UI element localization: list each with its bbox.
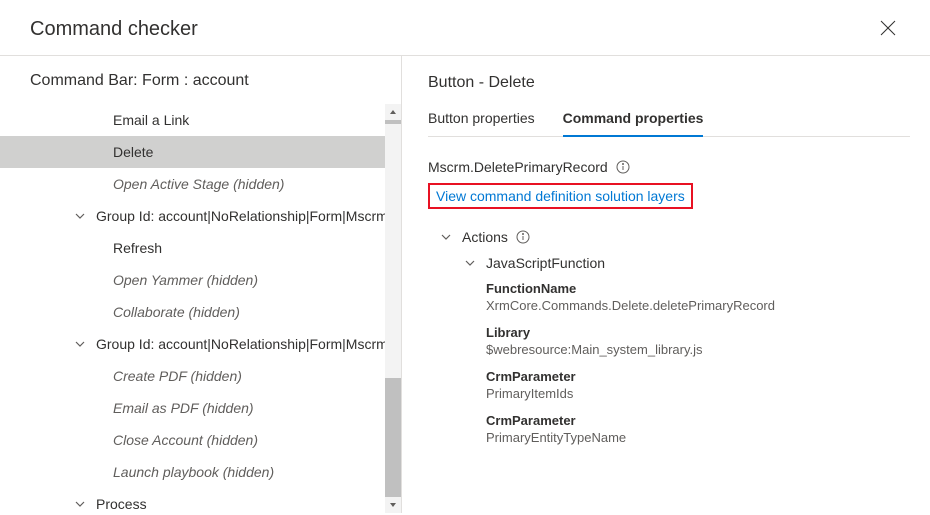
tab-button-properties[interactable]: Button properties <box>428 102 535 136</box>
details-pane: Button - Delete Button properties Comman… <box>402 56 930 513</box>
command-tree: Email a Link Delete Open Active Stage (h… <box>0 104 401 513</box>
prop-crmparameter-2: CrmParameter PrimaryEntityTypeName <box>486 413 910 445</box>
command-bar-pane: Command Bar: Form : account Email a Link… <box>0 56 402 513</box>
close-button[interactable] <box>880 20 900 40</box>
tree-item-close-account[interactable]: Close Account (hidden) <box>0 424 401 456</box>
tree-item-collaborate[interactable]: Collaborate (hidden) <box>0 296 401 328</box>
dialog-title: Command checker <box>30 18 198 41</box>
tree-item-open-active-stage[interactable]: Open Active Stage (hidden) <box>0 168 401 200</box>
view-solution-layers-highlight: View command definition solution layers <box>428 183 693 209</box>
prop-functionname: FunctionName XrmCore.Commands.Delete.del… <box>486 281 910 313</box>
triangle-up-icon <box>389 108 397 116</box>
info-icon[interactable] <box>516 230 530 244</box>
tree-item-open-yammer[interactable]: Open Yammer (hidden) <box>0 264 401 296</box>
tree-item-delete[interactable]: Delete <box>0 136 401 168</box>
chevron-down-icon <box>74 209 88 223</box>
tree-item-email-a-link[interactable]: Email a Link <box>0 104 401 136</box>
triangle-down-icon <box>389 501 397 509</box>
scrollbar-down-button[interactable] <box>385 497 401 513</box>
details-tabs: Button properties Command properties <box>428 102 910 137</box>
prop-library: Library $webresource:Main_system_library… <box>486 325 910 357</box>
tree-group-process[interactable]: Process <box>0 488 401 513</box>
chevron-down-icon <box>440 230 454 244</box>
scrollbar-up-button[interactable] <box>385 104 401 120</box>
view-solution-layers-link[interactable]: View command definition solution layers <box>436 188 685 204</box>
tab-command-properties[interactable]: Command properties <box>563 102 704 136</box>
tree-item-create-pdf[interactable]: Create PDF (hidden) <box>0 360 401 392</box>
tree-item-email-as-pdf[interactable]: Email as PDF (hidden) <box>0 392 401 424</box>
scrollbar-thumb[interactable] <box>385 120 401 124</box>
chevron-down-icon <box>74 337 88 351</box>
dialog-body: Command Bar: Form : account Email a Link… <box>0 56 930 513</box>
tree-group-account-form-2[interactable]: Group Id: account|NoRelationship|Form|Ms… <box>0 328 401 360</box>
actions-section-header[interactable]: Actions <box>428 229 910 245</box>
chevron-down-icon <box>74 497 88 511</box>
tree-item-launch-playbook[interactable]: Launch playbook (hidden) <box>0 456 401 488</box>
dialog-header: Command checker <box>0 0 930 56</box>
command-tree-container: Email a Link Delete Open Active Stage (h… <box>0 104 401 513</box>
chevron-down-icon <box>464 256 478 270</box>
close-icon <box>880 20 896 36</box>
property-list: FunctionName XrmCore.Commands.Delete.del… <box>428 281 910 445</box>
info-icon[interactable] <box>616 160 630 174</box>
tree-group-account-form-1[interactable]: Group Id: account|NoRelationship|Form|Ms… <box>0 200 401 232</box>
prop-crmparameter-1: CrmParameter PrimaryItemIds <box>486 369 910 401</box>
scrollbar[interactable] <box>385 104 401 513</box>
tree-item-refresh[interactable]: Refresh <box>0 232 401 264</box>
details-title: Button - Delete <box>428 74 910 92</box>
scrollbar-thumb[interactable] <box>385 378 401 508</box>
command-bar-title: Command Bar: Form : account <box>0 72 401 104</box>
command-name-row: Mscrm.DeletePrimaryRecord <box>428 159 910 175</box>
command-name: Mscrm.DeletePrimaryRecord <box>428 159 608 175</box>
jsfunction-section-header[interactable]: JavaScriptFunction <box>428 255 910 271</box>
